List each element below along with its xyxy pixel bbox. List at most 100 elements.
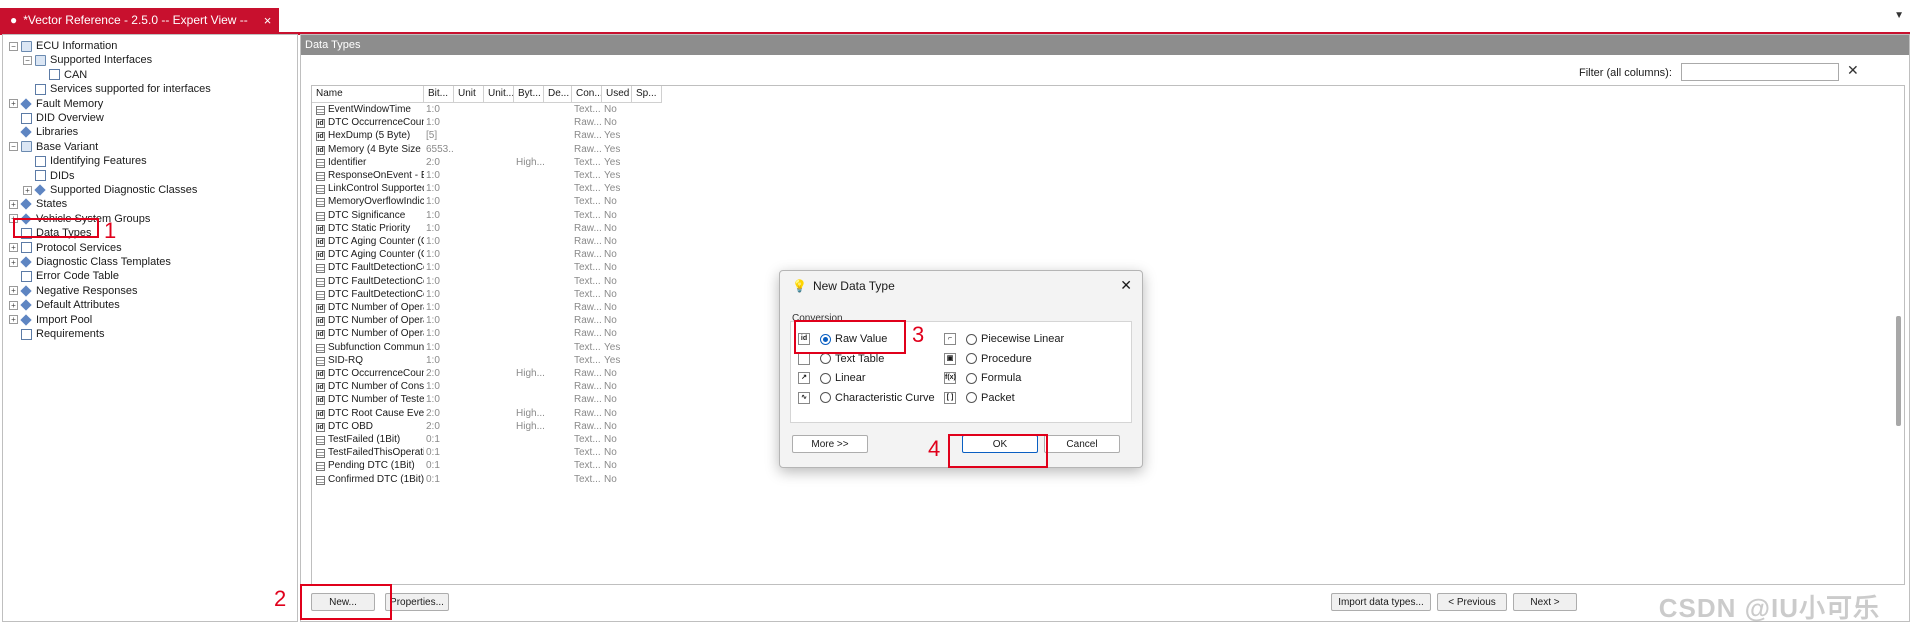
filter-input[interactable] — [1681, 63, 1839, 81]
table-row[interactable]: id DTC Number of Teste... 1:0 Raw... No — [312, 394, 662, 407]
column-header[interactable]: De... — [544, 86, 572, 102]
tree-item[interactable]: − Base Variant — [9, 140, 98, 154]
tree-item[interactable]: DID Overview — [9, 111, 104, 125]
table-row[interactable]: Subfunction Communic...1:0 Text...Yes — [312, 342, 662, 355]
close-icon[interactable]: × — [264, 13, 272, 28]
table-row[interactable]: idMemory (4 Byte Size Inf...6553... Raw..… — [312, 144, 662, 157]
radio-button[interactable] — [966, 372, 977, 384]
expand-icon[interactable]: + — [9, 257, 18, 267]
table-row[interactable]: LinkControl Supported ...1:0 Text...Yes — [312, 183, 662, 196]
annotation-box-new — [300, 584, 392, 620]
table-row[interactable]: EventWindowTime 1:0 Text... No — [312, 104, 662, 117]
collapse-icon[interactable]: − — [9, 142, 18, 152]
table-row[interactable]: idDTC Number of Operat...1:0 Raw...No — [312, 315, 662, 328]
document-tab[interactable]: ● *Vector Reference - 2.5.0 -- Expert Vi… — [0, 8, 280, 32]
expand-icon[interactable]: + — [23, 185, 32, 195]
conversion-option[interactable]: ▣ Procedure — [944, 352, 1032, 365]
table-row[interactable]: MemoryOverflowIndica...1:0 Text...No — [312, 196, 662, 209]
expand-icon[interactable]: + — [9, 99, 18, 109]
properties-button[interactable]: Properties... — [385, 593, 449, 611]
table-row[interactable]: DTC FaultDetectionCo...1:0 Text...No — [312, 289, 662, 302]
radio-button[interactable] — [820, 353, 831, 364]
table-row[interactable]: DTC Significance 1:0 Text... No — [312, 210, 662, 223]
cancel-button[interactable]: Cancel — [1044, 435, 1120, 453]
tree-item[interactable]: Error Code Table — [9, 269, 119, 283]
column-header[interactable]: Unit — [454, 86, 484, 102]
table-row[interactable]: DTC FaultDetectionCo...1:0 Text...No — [312, 262, 662, 275]
table-row[interactable]: id HexDump (5 Byte) [5] Raw... Yes — [312, 130, 662, 143]
empty-cell — [484, 408, 514, 421]
expand-icon[interactable]: + — [9, 199, 18, 209]
collapse-icon[interactable]: − — [23, 55, 32, 65]
expand-icon[interactable]: + — [9, 300, 18, 310]
byt-cell — [514, 302, 544, 315]
tree-item[interactable]: − ECU Information — [9, 39, 117, 53]
table-row[interactable]: id DTC OBD 2:0 High... Raw... No — [312, 421, 662, 434]
tree-item[interactable]: Requirements — [9, 327, 104, 341]
expand-icon[interactable]: + — [9, 243, 18, 253]
column-header[interactable]: Byt... — [514, 86, 544, 102]
previous-button[interactable]: < Previous — [1437, 593, 1507, 611]
expand-icon[interactable]: + — [9, 315, 18, 325]
table-row[interactable]: idDTC Aging Counter (C...1:0 Raw...No — [312, 249, 662, 262]
chevron-down-icon[interactable]: ▼ — [1894, 10, 1904, 21]
table-row[interactable]: idDTC OccurrenceCount...2:0 High... Raw...… — [312, 368, 662, 381]
conversion-option[interactable]: ↗ Linear — [798, 372, 866, 384]
scrollbar-thumb[interactable] — [1896, 316, 1901, 426]
more-button[interactable]: More >> — [792, 435, 868, 453]
tree-item[interactable]: − Supported Interfaces — [23, 53, 152, 67]
table-row[interactable]: idDTC Number of Operat...1:0 Raw...No — [312, 328, 662, 341]
tree-item[interactable]: DIDs — [23, 169, 74, 183]
column-header[interactable]: Sp... — [632, 86, 662, 102]
tree-item[interactable]: Identifying Features — [23, 154, 147, 168]
tree-item[interactable]: + Supported Diagnostic Classes — [23, 183, 197, 197]
conversion-option[interactable]: Text Table — [798, 352, 884, 365]
collapse-icon[interactable]: − — [9, 41, 18, 51]
import-data-types-button[interactable]: Import data types... — [1331, 593, 1431, 611]
conversion-option[interactable]: [ ] Packet — [944, 391, 1015, 404]
tree-item[interactable]: + Diagnostic Class Templates — [9, 255, 171, 269]
table-row[interactable]: idDTC OccurrenceCounter1:0 Raw...No — [312, 117, 662, 130]
tree-item[interactable]: CAN — [37, 68, 87, 82]
table-row[interactable]: SID-RQ 1:0 Text... Yes — [312, 355, 662, 368]
empty-cell — [454, 262, 484, 275]
conversion-option[interactable]: f(x) Formula — [944, 372, 1021, 384]
expand-icon[interactable]: + — [9, 286, 18, 296]
tree-item[interactable]: Services supported for interfaces — [23, 82, 211, 96]
clear-filter-icon[interactable]: ✕ — [1847, 62, 1859, 79]
table-row[interactable]: Identifier 2:0 High... Text... Yes — [312, 157, 662, 170]
radio-button[interactable] — [966, 392, 977, 403]
conversion-option[interactable]: ∿ Characteristic Curve — [798, 391, 935, 404]
column-header[interactable]: Bit... — [424, 86, 454, 102]
tree-item[interactable]: + States — [9, 197, 67, 211]
table-row[interactable]: id DTC Static Priority 1:0 Raw... No — [312, 223, 662, 236]
tree-item[interactable]: + Default Attributes — [9, 298, 120, 312]
radio-button[interactable] — [820, 372, 831, 384]
table-row[interactable]: DTC FaultDetectionCo...1:0 Text...No — [312, 276, 662, 289]
table-row[interactable]: ResponseOnEvent - E...1:0 Text...Yes — [312, 170, 662, 183]
tree-item[interactable]: + Negative Responses — [9, 284, 138, 298]
table-row[interactable]: Confirmed DTC (1Bit) 0:1 Text... No — [312, 474, 662, 487]
radio-button[interactable] — [820, 392, 831, 403]
column-header[interactable]: Con... — [572, 86, 602, 102]
table-row[interactable]: idDTC Root Cause Even...2:0 High... Raw...… — [312, 408, 662, 421]
table-row[interactable]: TestFailed (1Bit) 0:1 Text... No — [312, 434, 662, 447]
radio-button[interactable] — [966, 333, 977, 345]
column-header[interactable]: Used — [602, 86, 632, 102]
column-header[interactable]: Name — [312, 86, 424, 102]
conversion-option[interactable]: ⌐ Piecewise Linear — [944, 333, 1064, 345]
table-row[interactable]: idDTC Number of Conse...1:0 Raw...No — [312, 381, 662, 394]
tree-item[interactable]: + Import Pool — [9, 313, 92, 327]
table-row[interactable]: idDTC Number of Operat...1:0 Raw...No — [312, 302, 662, 315]
tree-item[interactable]: Libraries — [9, 125, 78, 139]
table-row[interactable]: Pending DTC (1Bit) 0:1 Text... No — [312, 460, 662, 473]
next-button[interactable]: Next > — [1513, 593, 1577, 611]
name-text: EventWindowTime — [328, 104, 411, 115]
table-row[interactable]: TestFailedThisOperati... 0:1 Text... No — [312, 447, 662, 460]
column-header[interactable]: Unit... — [484, 86, 514, 102]
radio-button[interactable] — [966, 353, 977, 364]
close-icon[interactable]: ✕ — [1120, 277, 1132, 294]
table-row[interactable]: idDTC Aging Counter (C...1:0 Raw...No — [312, 236, 662, 249]
tree-item[interactable]: + Fault Memory — [9, 97, 103, 111]
empty-cell — [484, 460, 514, 473]
